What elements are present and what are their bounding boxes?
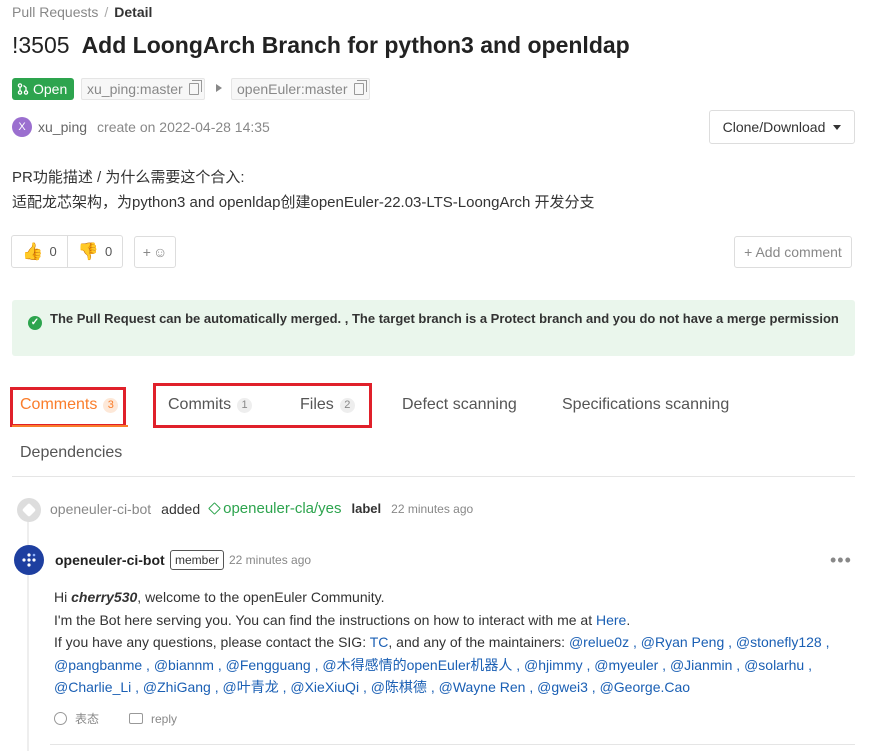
comment-actions: 表态 reply [54, 710, 177, 727]
label-tag[interactable]: openeuler-cla/yes [208, 500, 342, 517]
active-tab-underline [12, 425, 128, 427]
add-comment-button[interactable]: + Add comment [734, 236, 852, 268]
tabs-divider [12, 476, 855, 477]
thumbs-down-count: 0 [104, 244, 113, 259]
add-reaction-button[interactable]: + ☺ [134, 236, 176, 268]
thumbs-down-button[interactable]: 👎 0 [67, 236, 122, 267]
comment-text: I'm the Bot here serving you. You can fi… [54, 611, 596, 628]
label-event: openeuler-ci-bot added openeuler-cla/yes… [50, 500, 473, 517]
thumbs-up-count: 0 [49, 244, 57, 259]
tab-commits[interactable]: Commits 1 [168, 396, 253, 414]
tab-count: 1 [237, 397, 253, 413]
comment-time: 22 minutes ago [229, 553, 312, 567]
page-title: !3505 Add LoongArch Branch for python3 an… [12, 32, 630, 59]
merge-status-banner: ✓ The Pull Request can be automatically m… [12, 300, 855, 356]
merge-status-text: The Pull Request can be automatically me… [50, 311, 839, 326]
tab-label: Files [300, 396, 334, 413]
label-tag-text: openeuler-cla/yes [223, 500, 342, 517]
tab-files[interactable]: Files 2 [300, 396, 355, 414]
maintainer-mentions[interactable]: @relue0z , @Ryan Peng , @stonefly128 , [569, 634, 830, 650]
check-circle-icon: ✓ [28, 316, 42, 330]
avatar[interactable]: X [12, 117, 32, 137]
tab-specifications-scanning[interactable]: Specifications scanning [562, 396, 729, 414]
thumbs-down-icon: 👎 [77, 241, 99, 261]
comment-line: I'm the Bot here serving you. You can fi… [54, 609, 830, 632]
pr-number: !3505 [12, 32, 70, 58]
label-tag-icon [208, 502, 221, 515]
comment-divider [50, 744, 855, 745]
target-branch-label: openEuler:master [237, 81, 348, 97]
avatar[interactable] [14, 545, 44, 575]
tab-label: Comments [20, 396, 98, 413]
comment-text: If you have any questions, please contac… [54, 634, 370, 650]
arrow-right-icon [216, 84, 222, 92]
merge-request-icon [17, 83, 29, 95]
tab-defect-scanning[interactable]: Defect scanning [402, 396, 517, 414]
comment-text: , welcome to the openEuler Community. [137, 589, 385, 605]
source-branch: xu_ping:master [81, 78, 205, 100]
copy-icon[interactable] [353, 80, 367, 95]
react-label[interactable]: 表态 [75, 710, 99, 727]
comment-line: Hi cherry530, welcome to the openEuler C… [54, 586, 830, 609]
thumbs-up-button[interactable]: 👍 0 [12, 236, 67, 267]
add-reaction-plus: + [142, 244, 151, 260]
caret-down-icon [833, 124, 842, 130]
clone-download-label: Clone/Download [722, 119, 826, 135]
pr-description: PR功能描述 / 为什么需要这个合入: 适配龙芯架构，为python3 and … [12, 165, 595, 215]
description-line: 适配龙芯架构，为python3 and openldap创建openEuler-… [12, 194, 595, 211]
event-time: 22 minutes ago [391, 501, 474, 516]
tab-count: 3 [103, 397, 119, 413]
tab-label: Dependencies [20, 444, 123, 461]
mentioned-user: cherry530 [71, 589, 138, 605]
thumbs-up-icon: 👍 [22, 241, 44, 261]
copy-icon[interactable] [188, 80, 202, 95]
reaction-group: 👍 0 👎 0 [11, 235, 123, 268]
instructions-link[interactable]: Here [596, 612, 626, 628]
breadcrumb-parent-link[interactable]: Pull Requests [12, 4, 98, 20]
openeuler-logo-icon [22, 553, 36, 567]
author-meta: xu_ping create on 2022-04-28 14:35 [38, 119, 270, 135]
source-branch-label: xu_ping:master [87, 81, 183, 97]
tab-label: Specifications scanning [562, 396, 730, 413]
tab-count: 2 [339, 397, 355, 413]
maintainer-mentions[interactable]: @Charlie_Li , @ZhiGang , @叶青龙 , @XieXiuQ… [54, 676, 830, 699]
tab-dependencies[interactable]: Dependencies [20, 444, 122, 462]
smile-icon: ☺ [152, 244, 168, 260]
tab-label: Commits [168, 396, 232, 413]
clone-download-button[interactable]: Clone/Download [709, 110, 855, 144]
description-line: PR功能描述 / 为什么需要这个合入: [12, 169, 245, 186]
status-badge: Open [12, 78, 75, 100]
event-actor-link[interactable]: openeuler-ci-bot [50, 501, 151, 517]
sig-link[interactable]: TC [370, 634, 389, 650]
comment-author-link[interactable]: openeuler-ci-bot [55, 552, 165, 568]
breadcrumb-separator: / [104, 4, 109, 20]
smile-icon[interactable] [54, 712, 67, 725]
event-verb: added [161, 500, 201, 517]
breadcrumb-current: Detail [114, 4, 153, 20]
comment-text: Hi [54, 589, 72, 605]
member-badge: member [170, 550, 225, 570]
comment-text: . [626, 611, 631, 628]
reply-label[interactable]: reply [151, 712, 177, 726]
maintainer-mentions[interactable]: @pangbanme , @biannm , @Fengguang , @木得感… [54, 654, 830, 677]
pr-title: Add LoongArch Branch for python3 and ope… [81, 32, 630, 58]
comment-body: Hi cherry530, welcome to the openEuler C… [54, 586, 830, 699]
tab-label: Defect scanning [402, 396, 517, 413]
author-name-link[interactable]: xu_ping [38, 119, 87, 135]
tab-comments[interactable]: Comments 3 [20, 396, 119, 414]
status-label: Open [33, 81, 68, 97]
comment-line: If you have any questions, please contac… [54, 631, 830, 654]
created-date: create on 2022-04-28 14:35 [97, 119, 270, 135]
more-options-icon[interactable]: ••• [830, 550, 852, 571]
breadcrumb: Pull Requests / Detail [12, 4, 152, 20]
reply-icon[interactable] [129, 713, 144, 724]
comment-text: , and any of the maintainers: [388, 634, 569, 650]
event-suffix: label [351, 501, 382, 516]
tag-icon [17, 498, 41, 522]
target-branch: openEuler:master [231, 78, 370, 100]
